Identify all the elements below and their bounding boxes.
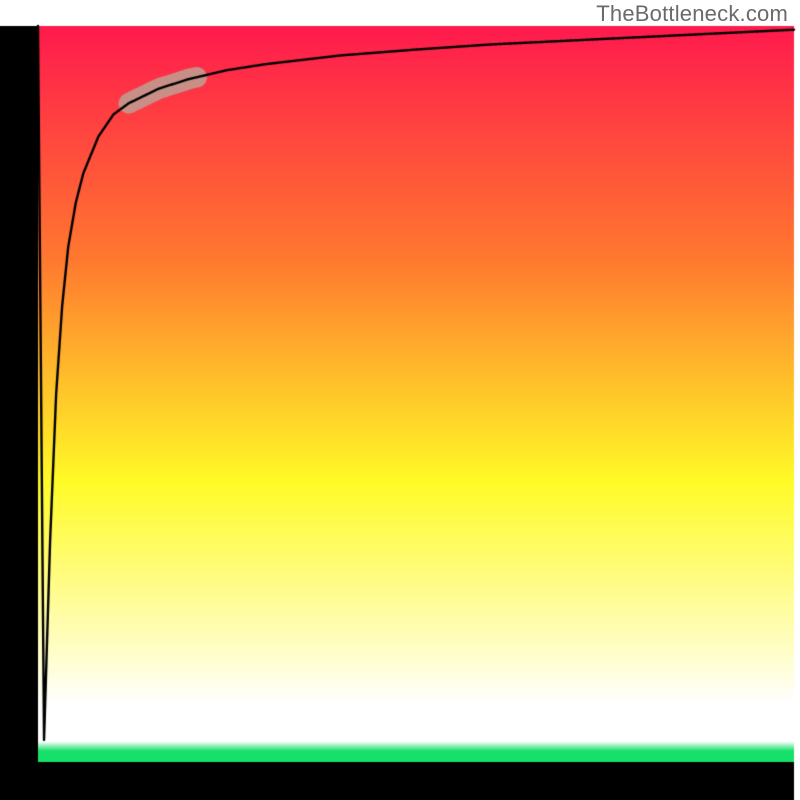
watermark-text: TheBottleneck.com xyxy=(596,1,788,27)
gradient-chart-canvas xyxy=(0,0,800,800)
chart-container: TheBottleneck.com xyxy=(0,0,800,800)
